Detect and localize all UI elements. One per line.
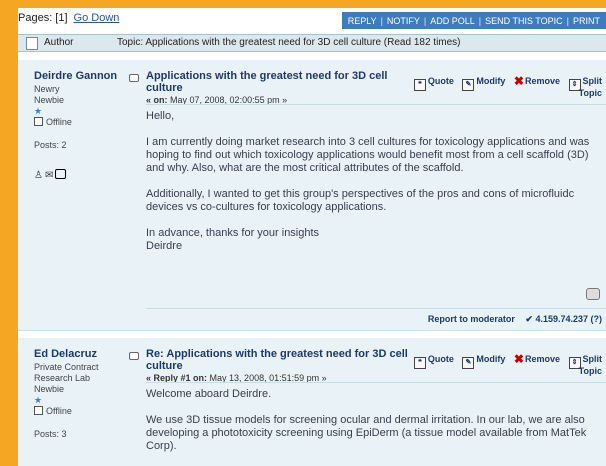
offline-icon xyxy=(34,117,43,126)
modify-icon: ✎ xyxy=(462,357,475,369)
body-paragraph: We use 3D tissue models for screening oc… xyxy=(146,414,587,452)
post-count: Posts: 3 xyxy=(34,429,67,439)
post-count: Posts: 2 xyxy=(34,140,67,150)
member-rank: Newbie xyxy=(34,384,65,394)
divider xyxy=(146,308,606,309)
rank-star-icon: ★ xyxy=(34,395,43,405)
topic-icon xyxy=(26,37,38,50)
personal-message-icon[interactable] xyxy=(55,169,67,179)
modify-button[interactable]: ✎ Modify xyxy=(462,354,505,369)
divider xyxy=(146,382,606,383)
post: Deirdre Gannon Newry Newbie ★ Offline Po… xyxy=(18,60,606,331)
go-down-link[interactable]: Go Down xyxy=(74,12,120,24)
quote-icon: ❝ xyxy=(413,357,426,369)
split-topic-link[interactable]: Topic xyxy=(579,366,602,376)
profile-icons: ♙✉ xyxy=(34,169,130,181)
profile-icon[interactable]: ♙ xyxy=(34,170,45,181)
post-subject: Re: Applications with the greatest need … xyxy=(146,348,426,384)
body-paragraph: Welcome aboard Deirdre. xyxy=(146,388,272,400)
modify-icon: ✎ xyxy=(462,79,475,91)
message-icon xyxy=(129,352,139,360)
poster-info: Ed Delacruz Private Contract Research La… xyxy=(34,348,130,440)
pages-label: Pages: [1] xyxy=(18,12,68,24)
email-icon[interactable]: ✉ xyxy=(45,170,55,181)
pagination: Pages: [1] Go Down xyxy=(18,12,119,24)
post-actions: ❝ Quote ✎ Modify ✖Remove ⇕ Split xyxy=(408,352,602,369)
topic-toolbar: Pages: [1] Go Down REPLY | NOTIFY | ADD P… xyxy=(18,8,606,30)
send-topic-button[interactable]: SEND THIS TOPIC xyxy=(485,16,563,26)
quote-icon: ❝ xyxy=(413,79,426,91)
report-to-moderator-link[interactable]: Report to moderator xyxy=(428,314,515,324)
poster-info: Deirdre Gannon Newry Newbie ★ Offline Po… xyxy=(34,70,130,181)
remove-button[interactable]: ✖Remove xyxy=(514,352,560,366)
forum-page: Pages: [1] Go Down REPLY | NOTIFY | ADD P… xyxy=(18,8,606,466)
post: Ed Delacruz Private Contract Research La… xyxy=(18,338,606,466)
author-name[interactable]: Ed Delacruz xyxy=(34,348,130,360)
post-subject: Applications with the greatest need for … xyxy=(146,70,426,106)
member-group: Private Contract xyxy=(34,362,99,372)
member-group: Research Lab xyxy=(34,373,91,383)
body-paragraph: I am currently doing market research int… xyxy=(146,136,590,174)
member-group: Newry xyxy=(34,84,60,94)
remove-icon: ✖ xyxy=(513,74,524,88)
remove-button[interactable]: ✖Remove xyxy=(514,74,560,88)
divider xyxy=(146,104,606,105)
author-name[interactable]: Deirdre Gannon xyxy=(34,70,130,82)
body-paragraph: In advance, thanks for your insights Dei… xyxy=(146,227,320,252)
topic-header: Author Topic: Applications with the grea… xyxy=(18,34,606,52)
post-body: Hello, I am currently doing market resea… xyxy=(146,110,601,266)
post-footer: Report to moderator ✔ 4.159.74.237 (?) xyxy=(428,314,602,325)
post-actions: ❝ Quote ✎ Modify ✖Remove ⇕ Split xyxy=(408,74,602,91)
status-label: Offline xyxy=(46,406,72,416)
member-rank: Newbie xyxy=(34,95,65,105)
rank-star-icon: ★ xyxy=(34,106,43,116)
offline-icon xyxy=(34,406,43,415)
post-body: Welcome aboard Deirdre. We use 3D tissue… xyxy=(146,388,601,466)
split-topic-link[interactable]: Topic xyxy=(579,88,602,98)
separator: | xyxy=(478,15,482,26)
topic-title: Topic: Applications with the greatest ne… xyxy=(117,37,461,48)
quick-quote-icon[interactable] xyxy=(586,288,600,300)
separator: | xyxy=(380,15,383,26)
message-icon xyxy=(129,74,139,82)
topic-buttons: REPLY | NOTIFY | ADD POLL | SEND THIS TO… xyxy=(341,12,606,29)
status-label: Offline xyxy=(46,117,72,127)
quote-button[interactable]: ❝ Quote xyxy=(413,354,454,369)
quote-button[interactable]: ❝ Quote xyxy=(413,76,454,91)
ip-address: ✔ 4.159.74.237 (?) xyxy=(525,314,602,324)
notify-button[interactable]: NOTIFY xyxy=(387,16,420,26)
author-column-label: Author xyxy=(44,37,74,48)
separator: | xyxy=(423,15,427,26)
modify-button[interactable]: ✎ Modify xyxy=(462,76,505,91)
separator: | xyxy=(566,15,569,26)
add-poll-button[interactable]: ADD POLL xyxy=(430,16,475,26)
remove-icon: ✖ xyxy=(513,352,524,366)
body-paragraph: Additionally, I wanted to get this group… xyxy=(146,188,575,213)
body-paragraph: Hello, xyxy=(146,110,175,122)
online-status: Offline xyxy=(34,117,130,128)
print-button[interactable]: PRINT xyxy=(573,16,600,26)
online-status: Offline xyxy=(34,406,130,417)
subject-link[interactable]: Re: Applications with the greatest need … xyxy=(146,348,408,372)
reply-button[interactable]: REPLY xyxy=(348,16,377,26)
subject-link[interactable]: Applications with the greatest need for … xyxy=(146,70,387,94)
